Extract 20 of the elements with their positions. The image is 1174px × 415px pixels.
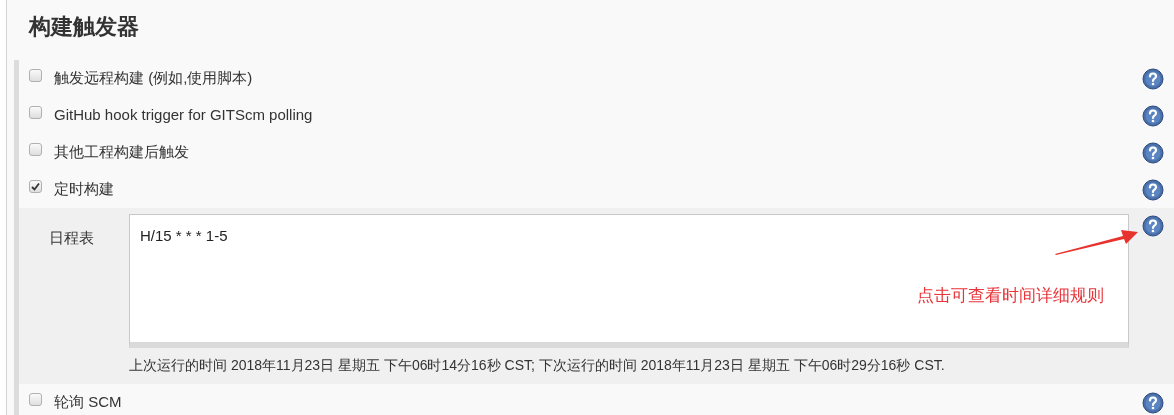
annotation-text: 点击可查看时间详细规则 <box>917 284 1104 307</box>
checkbox-label: GitHub hook trigger for GITScm polling <box>54 105 314 126</box>
help-icon[interactable] <box>1142 104 1164 127</box>
run-time-info: 上次运行的时间 2018年11月23日 星期五 下午06时14分16秒 CST; 下次运行的时间 2018年11月23日 星期五 下午06时29分16秒 CST. <box>129 356 946 375</box>
checkbox[interactable] <box>29 393 42 406</box>
checkbox[interactable] <box>29 106 42 119</box>
checkbox[interactable] <box>29 180 42 193</box>
checkbox-label: 其他工程构建后触发 <box>54 142 190 163</box>
help-icon[interactable] <box>1142 141 1164 164</box>
checkbox[interactable] <box>29 143 42 156</box>
checkbox-label: 触发远程构建 (例如,使用脚本) <box>54 68 254 89</box>
checkbox-label: 轮询 SCM <box>54 392 123 413</box>
checkbox[interactable] <box>29 69 42 82</box>
section-title: 构建触发器 <box>27 13 140 41</box>
help-icon[interactable] <box>1142 215 1164 237</box>
checkbox-label: 定时构建 <box>54 179 115 200</box>
field-label: 日程表 <box>48 228 95 248</box>
help-icon[interactable] <box>1142 67 1164 90</box>
help-icon[interactable] <box>1142 391 1164 414</box>
help-icon[interactable] <box>1142 178 1164 201</box>
